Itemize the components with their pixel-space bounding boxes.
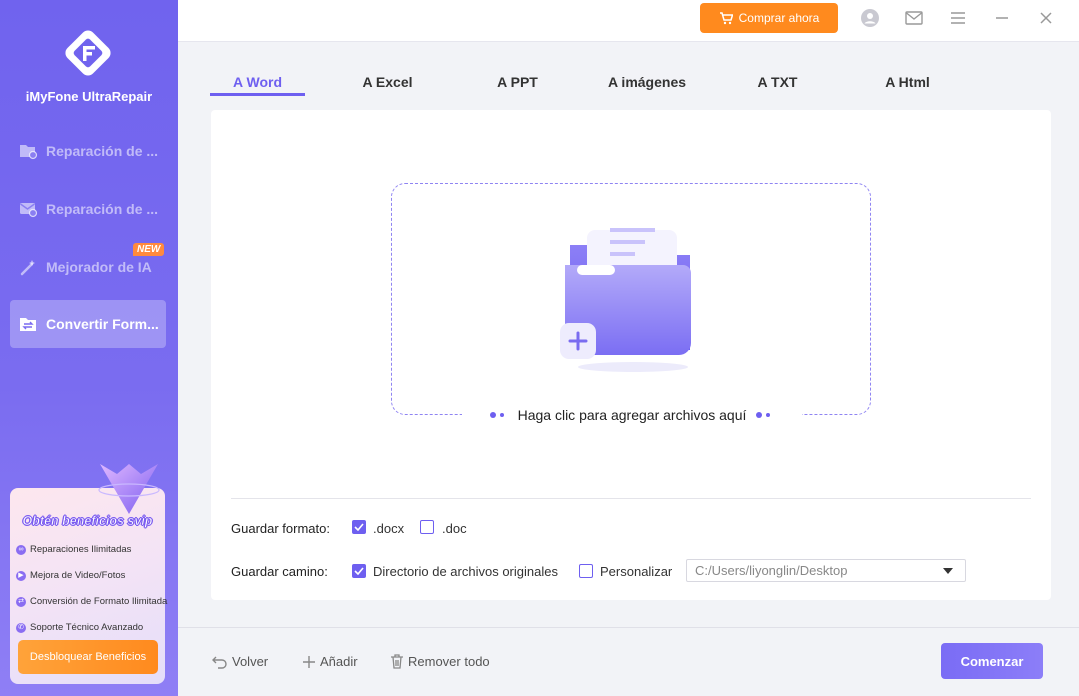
back-label: Volver: [232, 654, 269, 669]
custom-path-checkbox[interactable]: [579, 564, 593, 578]
format-doc-label[interactable]: .doc: [442, 521, 467, 536]
tab-html[interactable]: A Html: [860, 74, 955, 90]
active-tab-indicator: [210, 93, 305, 96]
caret-down-icon: [943, 568, 953, 574]
options-divider: [231, 498, 1031, 499]
menu-icon[interactable]: [948, 8, 968, 28]
new-badge: NEW: [133, 243, 165, 256]
format-doc-checkbox[interactable]: [420, 520, 434, 534]
original-dir-label[interactable]: Directorio de archivos originales: [373, 564, 558, 579]
add-folder-icon: [560, 228, 691, 372]
perk-item: ∞ Reparaciones Ilimitadas: [16, 544, 131, 555]
unlock-benefits-button[interactable]: Desbloquear Beneficios: [18, 640, 158, 674]
decor-dot: [489, 412, 496, 418]
cart-icon: [719, 12, 733, 25]
mail-repair-icon: [20, 203, 38, 218]
sidebar-item-mail-repair[interactable]: Reparación de ...: [10, 185, 166, 233]
add-button[interactable]: Añadir: [302, 654, 358, 669]
perk-item: ✆ Soporte Técnico Avanzado: [16, 622, 143, 633]
perk-label: Conversión de Formato Ilimitada: [30, 596, 168, 607]
remove-all-button[interactable]: Remover todo: [390, 654, 490, 669]
magic-wand-icon: [20, 260, 35, 276]
tab-txt[interactable]: A TXT: [730, 74, 825, 90]
user-icon[interactable]: [860, 8, 880, 28]
convert-icon: [20, 318, 36, 331]
sidebar-item-label: Mejorador de IA: [46, 259, 152, 275]
sidebar-item-convert-format[interactable]: Convertir Form...: [10, 300, 166, 348]
mail-icon[interactable]: [904, 8, 924, 28]
infinity-icon: ∞: [16, 544, 26, 555]
diamond-icon: [98, 464, 160, 514]
perk-label: Mejora de Video/Fotos: [30, 570, 126, 581]
remove-all-label: Remover todo: [408, 654, 490, 669]
app-logo: [65, 30, 111, 76]
app-name: iMyFone UltraRepair: [25, 89, 153, 104]
decor-dot: [499, 413, 504, 417]
back-button[interactable]: Volver: [212, 654, 268, 669]
plus-icon: [303, 655, 315, 668]
check-icon: [354, 523, 364, 531]
sidebar-item-label: Convertir Form...: [46, 316, 159, 332]
perk-item: ⇄ Conversión de Formato Ilimitada: [16, 596, 167, 607]
close-icon[interactable]: [1036, 8, 1056, 28]
tab-word[interactable]: A Word: [210, 74, 305, 90]
buy-now-button[interactable]: Comprar ahora: [700, 3, 838, 33]
sidebar-item-file-repair[interactable]: Reparación de ...: [10, 127, 166, 175]
title-bar: [178, 0, 1079, 42]
decor-dot: [756, 412, 763, 418]
check-icon: [354, 567, 364, 575]
perk-label: Soporte Técnico Avanzado: [30, 622, 144, 633]
trash-icon: [391, 654, 403, 669]
file-repair-icon: [20, 145, 38, 160]
promo-title: Obtén beneficios svip: [22, 514, 153, 529]
decor-dot: [766, 413, 771, 417]
drop-zone-text[interactable]: Haga clic para agregar archivos aquí: [518, 407, 747, 423]
sidebar-item-label: Reparación de ...: [46, 201, 159, 217]
format-docx-label[interactable]: .docx: [373, 521, 404, 536]
custom-path-label[interactable]: Personalizar: [600, 564, 672, 579]
perk-item: ▶ Mejora de Video/Fotos: [16, 570, 125, 581]
path-select[interactable]: C:/Users/liyonglin/Desktop: [686, 559, 966, 582]
support-icon: ✆: [16, 622, 26, 633]
undo-icon: [212, 656, 227, 669]
tab-excel[interactable]: A Excel: [340, 74, 435, 90]
original-dir-checkbox[interactable]: [352, 564, 366, 578]
save-format-label: Guardar formato:: [231, 521, 330, 536]
path-value: C:/Users/liyonglin/Desktop: [695, 563, 848, 578]
start-button[interactable]: Comenzar: [941, 643, 1043, 679]
drop-zone-caption: Haga clic para agregar archivos aquí: [462, 404, 802, 426]
video-icon: ▶: [16, 570, 26, 581]
save-path-label: Guardar camino:: [231, 564, 328, 579]
format-docx-checkbox[interactable]: [352, 520, 366, 534]
tab-ppt[interactable]: A PPT: [470, 74, 565, 90]
tab-images[interactable]: A imágenes: [597, 74, 697, 90]
convert-format-icon: ⇄: [16, 596, 26, 607]
minimize-icon[interactable]: [992, 8, 1012, 28]
add-label: Añadir: [320, 654, 358, 669]
perk-label: Reparaciones Ilimitadas: [30, 544, 132, 555]
sidebar-item-label: Reparación de ...: [46, 143, 159, 159]
buy-now-label: Comprar ahora: [738, 11, 820, 25]
